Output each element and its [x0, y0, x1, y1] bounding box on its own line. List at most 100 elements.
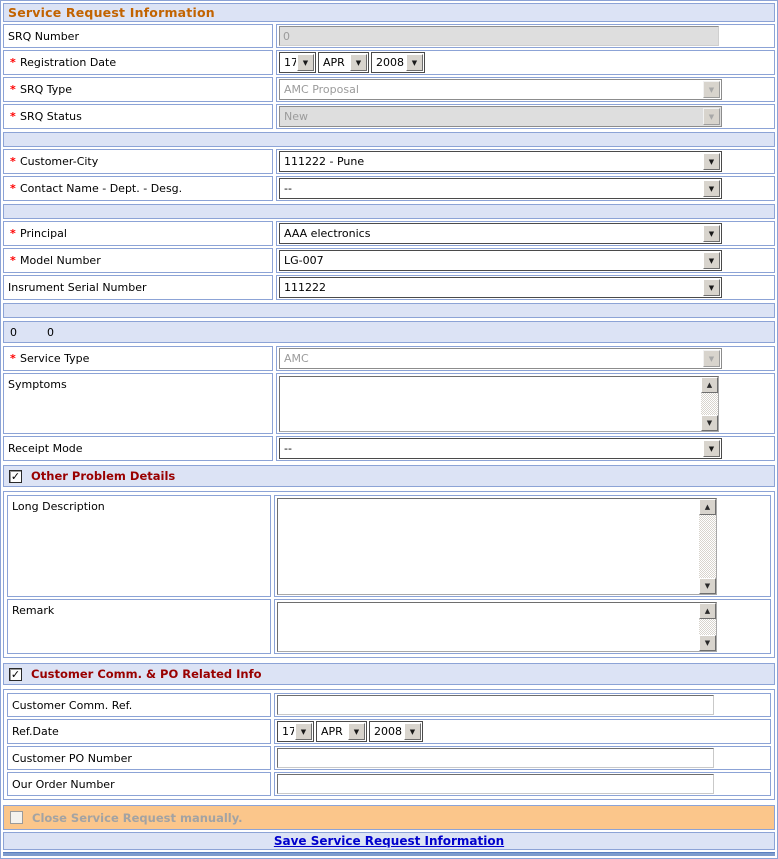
registration-month-select[interactable]: APR ▼	[318, 52, 369, 73]
chevron-down-icon[interactable]: ▼	[703, 225, 720, 242]
model-number-select[interactable]: LG-007 ▼	[279, 250, 722, 271]
model-number-label-cell: * Model Number	[3, 248, 273, 273]
row-long-description: Long Description ▲ ▼	[7, 495, 771, 597]
save-row: Save Service Request Information	[3, 832, 775, 850]
remark-textarea[interactable]: ▲ ▼	[277, 602, 717, 652]
row-our-order-number: Our Order Number	[7, 772, 771, 796]
row-remark: Remark ▲ ▼	[7, 599, 771, 654]
row-principal: * Principal AAA electronics ▼	[3, 221, 775, 246]
principal-label: Principal	[20, 227, 67, 240]
customer-city-field-cell: 111222 - Pune ▼	[276, 149, 775, 174]
textarea-scrollbar[interactable]: ▲ ▼	[701, 377, 718, 431]
required-marker: *	[8, 352, 20, 365]
spacer-row	[3, 132, 775, 147]
chevron-down-icon[interactable]: ▼	[703, 252, 720, 269]
row-registration-date: * Registration Date 17 ▼ APR ▼ 2008 ▼	[3, 50, 775, 75]
required-marker: *	[8, 56, 20, 69]
required-marker: *	[8, 155, 20, 168]
chevron-down-icon[interactable]: ▼	[295, 723, 312, 740]
chevron-down-icon[interactable]: ▼	[703, 440, 720, 457]
chevron-down-icon: ▼	[703, 350, 720, 367]
other-problem-section-box: Long Description ▲ ▼ Remark	[3, 491, 775, 658]
scrollbar-track[interactable]	[701, 393, 718, 415]
our-order-label: Our Order Number	[12, 778, 115, 791]
contact-name-label: Contact Name - Dept. - Desg.	[20, 182, 182, 195]
chevron-down-icon[interactable]: ▼	[297, 54, 314, 71]
srq-number-label-cell: SRQ Number	[3, 24, 273, 48]
customer-po-field-cell	[274, 746, 771, 770]
required-marker: *	[8, 182, 20, 195]
srq-status-label-cell: * SRQ Status	[3, 104, 273, 129]
spacer-row	[3, 204, 775, 219]
remark-field-cell: ▲ ▼	[274, 599, 771, 654]
row-srq-number: SRQ Number	[3, 24, 775, 48]
ref-year-select[interactable]: 2008 ▼	[369, 721, 423, 742]
textarea-scrollbar[interactable]: ▲ ▼	[699, 499, 716, 594]
ref-month-select[interactable]: APR ▼	[316, 721, 367, 742]
srq-number-field-cell	[276, 24, 775, 48]
ref-date-label: Ref.Date	[12, 725, 59, 738]
scrollbar-track[interactable]	[699, 515, 716, 578]
chevron-down-icon[interactable]: ▼	[703, 180, 720, 197]
scroll-down-icon[interactable]: ▼	[699, 635, 716, 651]
required-marker: *	[8, 227, 20, 240]
contact-name-select[interactable]: -- ▼	[279, 178, 722, 199]
chevron-down-icon[interactable]: ▼	[348, 723, 365, 740]
registration-date-field-cell: 17 ▼ APR ▼ 2008 ▼	[276, 50, 775, 75]
chevron-down-icon[interactable]: ▼	[703, 153, 720, 170]
long-description-textarea[interactable]: ▲ ▼	[277, 498, 717, 595]
registration-day-select[interactable]: 17 ▼	[279, 52, 316, 73]
page-title: Service Request Information	[8, 5, 215, 20]
customer-comm-section-title: Customer Comm. & PO Related Info	[31, 667, 262, 681]
bottom-bar	[3, 852, 775, 856]
counter-right: 0	[47, 326, 54, 339]
receipt-mode-label-cell: Receipt Mode	[3, 436, 273, 461]
chevron-down-icon: ▼	[703, 81, 720, 98]
required-marker: *	[8, 254, 20, 267]
save-service-request-link[interactable]: Save Service Request Information	[274, 834, 504, 848]
srq-type-select: AMC Proposal ▼	[279, 79, 722, 100]
other-problem-section-header: ✓ Other Problem Details	[3, 465, 775, 487]
instrument-serial-select[interactable]: 111222 ▼	[279, 277, 722, 298]
scroll-up-icon[interactable]: ▲	[701, 377, 718, 393]
other-problem-checkbox[interactable]: ✓	[9, 470, 22, 483]
our-order-field-cell	[274, 772, 771, 796]
scroll-down-icon[interactable]: ▼	[699, 578, 716, 594]
scrollbar-track[interactable]	[699, 619, 716, 635]
customer-city-select[interactable]: 111222 - Pune ▼	[279, 151, 722, 172]
srq-type-label: SRQ Type	[20, 83, 72, 96]
customer-comm-checkbox[interactable]: ✓	[9, 668, 22, 681]
chevron-down-icon[interactable]: ▼	[404, 723, 421, 740]
row-srq-status: * SRQ Status New ▼	[3, 104, 775, 129]
scroll-up-icon[interactable]: ▲	[699, 499, 716, 515]
scroll-down-icon[interactable]: ▼	[701, 415, 718, 431]
receipt-mode-field-cell: -- ▼	[276, 436, 775, 461]
textarea-scrollbar[interactable]: ▲ ▼	[699, 603, 716, 651]
customer-comm-ref-input[interactable]	[277, 695, 714, 715]
row-customer-comm-ref: Customer Comm. Ref.	[7, 693, 771, 717]
chevron-down-icon[interactable]: ▼	[406, 54, 423, 71]
srq-type-field-cell: AMC Proposal ▼	[276, 77, 775, 102]
srq-status-select: New ▼	[279, 106, 722, 127]
our-order-input[interactable]	[277, 774, 714, 794]
symptoms-textarea[interactable]: ▲ ▼	[279, 376, 719, 432]
ref-day-select[interactable]: 17 ▼	[277, 721, 314, 742]
scroll-up-icon[interactable]: ▲	[699, 603, 716, 619]
symptoms-field-cell: ▲ ▼	[276, 373, 775, 434]
service-type-field-cell: AMC ▼	[276, 346, 775, 371]
chevron-down-icon[interactable]: ▼	[350, 54, 367, 71]
principal-field-cell: AAA electronics ▼	[276, 221, 775, 246]
symptoms-label: Symptoms	[8, 378, 67, 391]
customer-po-label: Customer PO Number	[12, 752, 132, 765]
customer-po-input[interactable]	[277, 748, 714, 768]
close-request-label: Close Service Request manually.	[32, 811, 243, 825]
receipt-mode-label: Receipt Mode	[8, 442, 83, 455]
chevron-down-icon[interactable]: ▼	[703, 279, 720, 296]
customer-city-label: Customer-City	[20, 155, 98, 168]
registration-year-select[interactable]: 2008 ▼	[371, 52, 425, 73]
registration-date-label: Registration Date	[20, 56, 116, 69]
receipt-mode-select[interactable]: -- ▼	[279, 438, 722, 459]
srq-number-input	[279, 26, 719, 46]
row-customer-city: * Customer-City 111222 - Pune ▼	[3, 149, 775, 174]
principal-select[interactable]: AAA electronics ▼	[279, 223, 722, 244]
